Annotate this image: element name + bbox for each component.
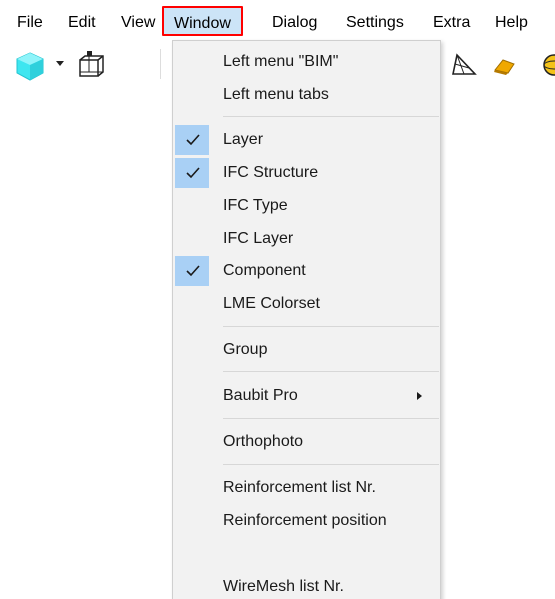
menu-extra[interactable]: Extra	[433, 13, 470, 33]
menu-item-label: Baubit Pro	[223, 387, 298, 404]
menu-edit[interactable]: Edit	[68, 13, 96, 33]
menu-item-left-menu-bim[interactable]: Left menu "BIM"	[173, 47, 440, 77]
menu-separator	[223, 418, 439, 419]
menu-item-label: Reinforcement list Nr.	[223, 479, 376, 496]
menu-bar: File Edit View Window Dialog Settings Ex…	[0, 0, 555, 44]
menu-separator	[223, 371, 439, 372]
box-frame-icon[interactable]	[74, 51, 106, 81]
sphere-icon[interactable]	[542, 53, 555, 77]
menu-item-reinforcement-list[interactable]: Reinforcement list Nr.	[173, 473, 440, 503]
menu-item-left-menu-tabs[interactable]: Left menu tabs	[173, 80, 440, 110]
menu-item-label: Left menu tabs	[223, 86, 329, 103]
menu-separator	[223, 326, 439, 327]
menu-dialog[interactable]: Dialog	[272, 13, 317, 33]
menu-item-label: LME Colorset	[223, 295, 320, 312]
menu-item-baubit-pro[interactable]: Baubit Pro	[173, 381, 440, 411]
menu-help[interactable]: Help	[495, 13, 528, 33]
checkmark-icon	[175, 256, 209, 286]
menu-item-label: IFC Layer	[223, 230, 294, 247]
menu-item-reinforcement-position[interactable]: Reinforcement position	[173, 506, 440, 536]
menu-item-label: Component	[223, 262, 306, 279]
menu-file[interactable]: File	[17, 13, 43, 33]
dropdown-arrow-icon[interactable]	[56, 61, 64, 66]
menu-item-group[interactable]: Group	[173, 335, 440, 365]
menu-separator	[223, 116, 439, 117]
menu-item-label: Left menu "BIM"	[223, 53, 339, 70]
eraser-icon[interactable]	[492, 54, 518, 76]
menu-item-label: Orthophoto	[223, 433, 304, 450]
menu-item-label: IFC Structure	[223, 164, 319, 181]
menu-item-wiremesh-list[interactable]: WireMesh list Nr.	[173, 572, 440, 599]
toolbar-separator	[160, 49, 161, 79]
menu-separator	[223, 464, 439, 465]
submenu-arrow-icon	[417, 392, 422, 400]
window-menu-dropdown: Left menu "BIM" Left menu tabs Layer IFC…	[172, 40, 441, 599]
app-window: File Edit View Window Dialog Settings Ex…	[0, 0, 555, 599]
menu-window[interactable]: Window	[162, 6, 243, 36]
menu-item-lme-colorset[interactable]: LME Colorset	[173, 289, 440, 319]
checkmark-icon	[175, 158, 209, 188]
menu-item-layer[interactable]: Layer	[173, 125, 440, 155]
wireframe-triangle-icon[interactable]	[450, 52, 478, 78]
menu-item-ifc-layer[interactable]: IFC Layer	[173, 224, 440, 254]
menu-item-label: Reinforcement position	[223, 512, 387, 529]
menu-item-label: WireMesh list Nr.	[223, 578, 344, 595]
menu-item-ifc-structure[interactable]: IFC Structure	[173, 158, 440, 188]
menu-item-label: Group	[223, 341, 268, 358]
cube-icon[interactable]	[14, 50, 46, 82]
menu-view[interactable]: View	[121, 13, 155, 33]
menu-item-orthophoto[interactable]: Orthophoto	[173, 427, 440, 457]
checkmark-icon	[175, 125, 209, 155]
menu-settings[interactable]: Settings	[346, 13, 404, 33]
menu-item-label: Layer	[223, 131, 264, 148]
menu-item-ifc-type[interactable]: IFC Type	[173, 191, 440, 221]
menu-item-component[interactable]: Component	[173, 256, 440, 286]
menu-item-label: IFC Type	[223, 197, 288, 214]
